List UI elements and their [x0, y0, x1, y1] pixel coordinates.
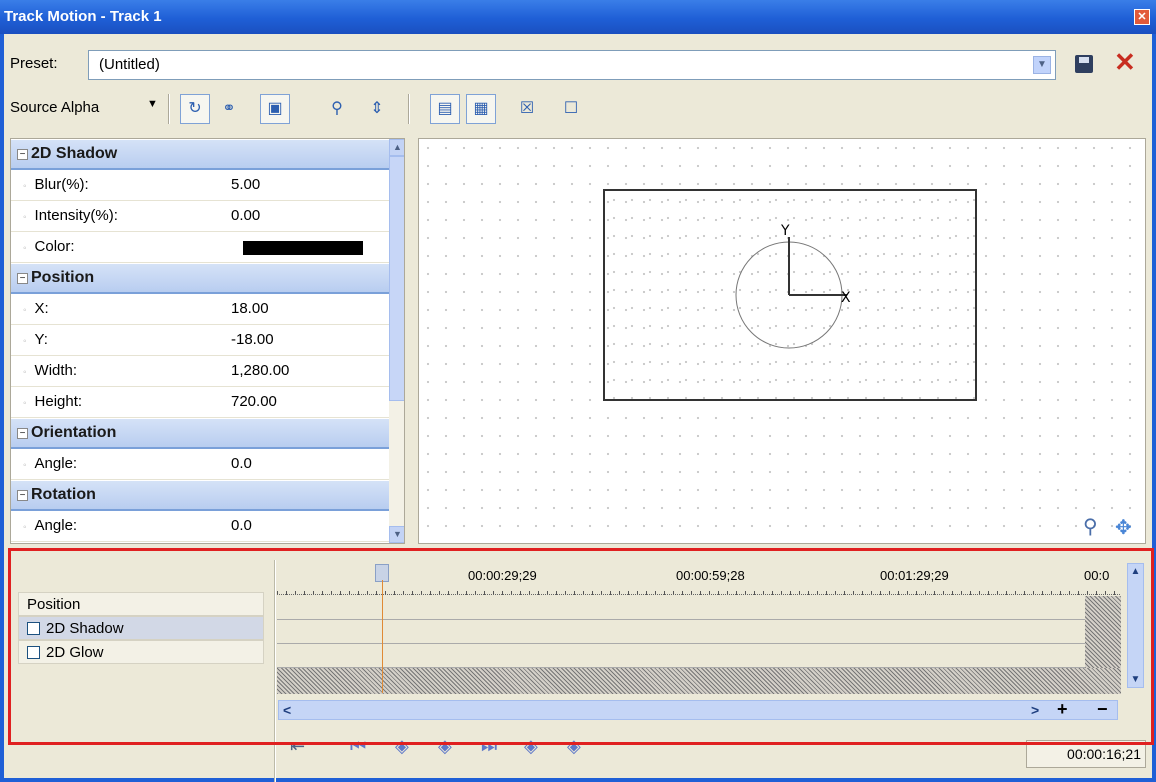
scroll-up-icon[interactable]: ▲ [389, 139, 404, 156]
preset-value: (Untitled) [99, 56, 160, 73]
edit-y-icon[interactable]: ☐ [556, 94, 586, 124]
properties-panel: −2D Shadow Blur(%):5.00 Intensity(%):0.0… [10, 138, 405, 544]
source-alpha-label[interactable]: Source Alpha [10, 99, 99, 116]
highlight-box [8, 548, 1154, 745]
property-row[interactable]: Angle:0.0 [11, 511, 404, 542]
fit-window-icon[interactable]: ▦ [466, 94, 496, 124]
save-preset-icon[interactable] [1075, 55, 1093, 73]
properties-scrollbar[interactable]: ▲ ▼ [389, 139, 404, 543]
preset-label: Preset: [10, 55, 58, 72]
move-icon[interactable]: ✥ [1115, 515, 1132, 540]
3d-box-icon[interactable]: ▣ [260, 94, 290, 124]
window-title-bar: Track Motion - Track 1 ✕ [0, 0, 1156, 34]
y-axis-label: Y [780, 223, 790, 239]
lock-aspect-icon[interactable]: ⚲ [322, 94, 352, 124]
delete-preset-icon[interactable]: ✕ [1114, 47, 1136, 78]
window-title: Track Motion - Track 1 [4, 8, 162, 25]
scroll-thumb[interactable] [389, 156, 404, 401]
x-axis-label: X [841, 290, 851, 306]
chevron-down-icon[interactable]: ▼ [1033, 56, 1051, 74]
property-row[interactable]: Angle:0.0 [11, 449, 404, 480]
zoom-icon[interactable]: ⚲ [1083, 514, 1098, 539]
shadow-color-swatch[interactable] [243, 241, 363, 255]
property-row[interactable]: Height:720.00 [11, 387, 404, 418]
scale-icon[interactable]: ⚭ [214, 94, 244, 124]
scroll-down-icon[interactable]: ▼ [389, 526, 404, 543]
property-row[interactable]: Intensity(%):0.00 [11, 201, 404, 232]
section-orientation[interactable]: − Orientation [11, 418, 404, 449]
property-row[interactable]: Blur(%):5.00 [11, 170, 404, 201]
layout-window-icon[interactable]: ▤ [430, 94, 460, 124]
property-row[interactable]: Width:1,280.00 [11, 356, 404, 387]
section-position[interactable]: − Position [11, 263, 404, 294]
preset-dropdown[interactable]: (Untitled) ▼ [88, 50, 1056, 80]
scale-size-icon[interactable]: ⇕ [362, 94, 392, 124]
close-icon[interactable]: ✕ [1134, 9, 1150, 25]
edit-x-icon[interactable]: ☒ [512, 94, 542, 124]
rotate-icon[interactable]: ↻ [180, 94, 210, 124]
toolbar-separator [408, 94, 410, 124]
toolbar-separator [168, 94, 170, 124]
section-2d-shadow[interactable]: −2D Shadow [11, 139, 404, 170]
property-row[interactable]: X:18.00 [11, 294, 404, 325]
section-rotation[interactable]: − Rotation [11, 480, 404, 511]
property-row[interactable]: Y:-18.00 [11, 325, 404, 356]
property-row[interactable]: Color: [11, 232, 404, 263]
source-alpha-dropdown-icon[interactable]: ▼ [147, 98, 158, 110]
motion-canvas[interactable]: Y X [418, 138, 1146, 544]
axis-gizmo[interactable]: Y X [419, 139, 1146, 544]
